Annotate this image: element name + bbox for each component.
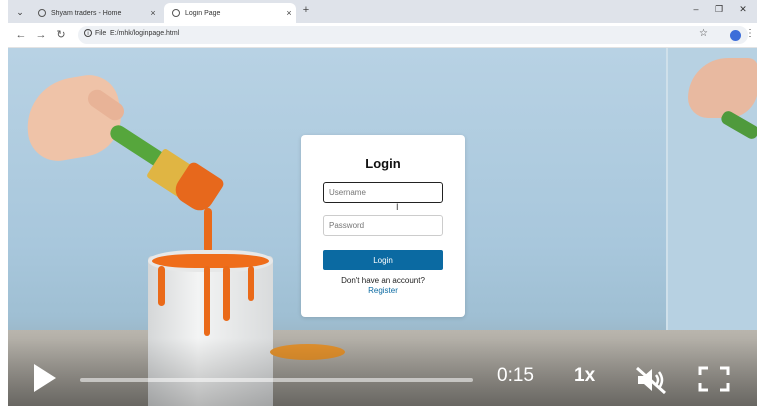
- tab-title: Login Page: [185, 9, 221, 17]
- playback-speed-button[interactable]: 1x: [574, 365, 595, 387]
- progress-bar[interactable]: [80, 378, 473, 382]
- restore-icon[interactable]: ❐: [712, 4, 726, 15]
- player-controls: 0:15 1x: [8, 338, 757, 406]
- app-window: ⌄ Shyam traders - Home × Login Page × + …: [8, 0, 757, 406]
- bucket-drip: [158, 266, 165, 306]
- reload-icon[interactable]: ↻: [54, 28, 68, 42]
- video-player[interactable]: Login Login Don't have an account? Regis…: [8, 48, 757, 406]
- address-bar[interactable]: i File E:/mhk/loginpage.html ☆: [78, 26, 748, 44]
- minimize-icon[interactable]: –: [689, 4, 703, 14]
- new-tab-button[interactable]: +: [299, 4, 313, 16]
- bucket-paint-surface: [148, 250, 273, 272]
- register-link[interactable]: Register: [301, 286, 465, 295]
- menu-dots-icon[interactable]: ⋮: [745, 28, 755, 39]
- profile-avatar[interactable]: [730, 30, 741, 41]
- globe-icon: [172, 9, 180, 17]
- close-window-icon[interactable]: ✕: [736, 4, 750, 15]
- bucket-drip: [204, 266, 210, 336]
- username-input[interactable]: [323, 182, 443, 203]
- url-text[interactable]: E:/mhk/loginpage.html: [110, 30, 179, 37]
- text-cursor-icon: I: [396, 202, 399, 212]
- fullscreen-icon[interactable]: [698, 366, 730, 392]
- back-icon[interactable]: ←: [14, 28, 28, 42]
- forward-icon[interactable]: →: [34, 28, 48, 42]
- tab-login-page[interactable]: Login Page ×: [164, 3, 296, 23]
- tab-shyam-traders[interactable]: Shyam traders - Home ×: [32, 3, 160, 23]
- tab-close-icon[interactable]: ×: [146, 8, 160, 18]
- globe-icon: [38, 9, 46, 17]
- login-button[interactable]: Login: [323, 250, 443, 270]
- login-card: Login Login Don't have an account? Regis…: [301, 135, 465, 317]
- bucket-drip: [248, 266, 254, 301]
- paint-drip: [204, 208, 212, 253]
- browser-toolbar: ← → ↻ i File E:/mhk/loginpage.html ☆ ⋮: [8, 23, 757, 48]
- tab-strip: ⌄ Shyam traders - Home × Login Page × + …: [8, 0, 757, 23]
- bucket-drip: [223, 266, 230, 321]
- site-info-label: File: [95, 29, 107, 37]
- login-title: Login: [365, 156, 401, 171]
- password-input[interactable]: [323, 215, 443, 236]
- site-info-chip[interactable]: i File: [84, 29, 106, 37]
- play-icon[interactable]: [34, 364, 56, 392]
- time-display: 0:15: [497, 365, 534, 386]
- tab-search-icon[interactable]: ⌄: [12, 4, 28, 20]
- account-prompt: Don't have an account?: [341, 276, 425, 285]
- bookmark-star-icon[interactable]: ☆: [699, 28, 708, 39]
- tab-close-icon[interactable]: ×: [282, 8, 296, 18]
- mute-icon[interactable]: [634, 366, 668, 394]
- info-icon: i: [84, 29, 92, 37]
- tab-title: Shyam traders - Home: [51, 9, 122, 17]
